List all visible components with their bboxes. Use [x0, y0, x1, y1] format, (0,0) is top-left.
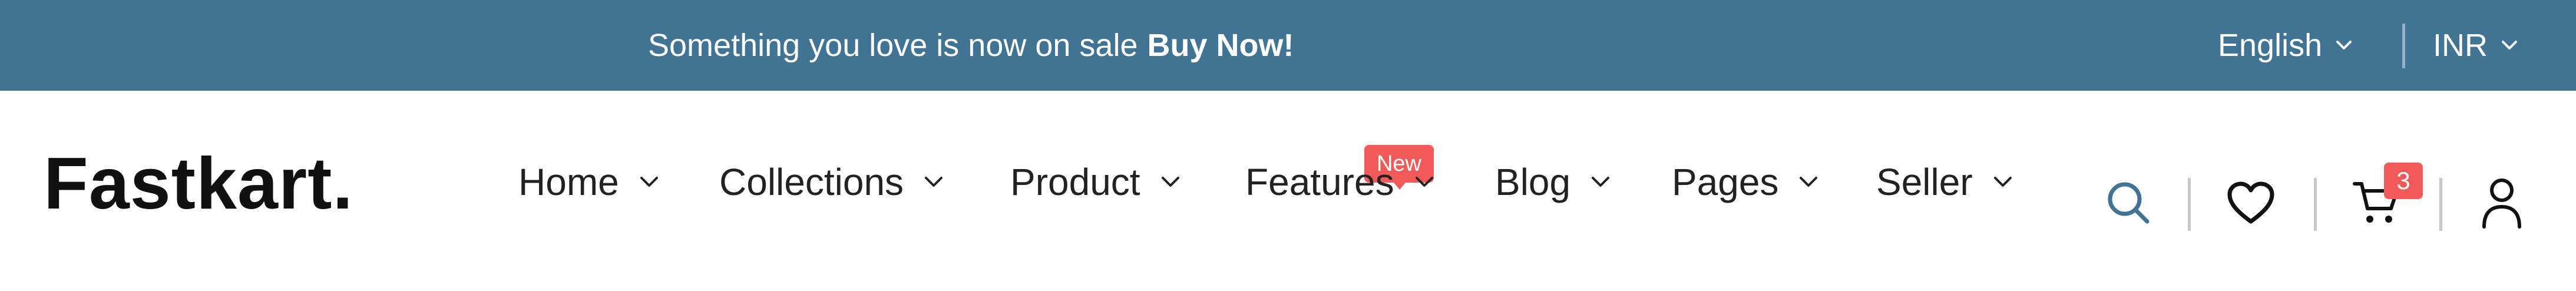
user-icon: [2482, 178, 2521, 229]
chevron-down-icon: [1800, 177, 1818, 187]
chevron-down-icon: [1993, 177, 2012, 187]
chevron-down-icon: [1415, 177, 1433, 187]
header-icon-divider: [2439, 178, 2442, 231]
nav-item-home[interactable]: Home: [518, 161, 659, 203]
site-logo[interactable]: Fastkart.: [44, 147, 353, 220]
nav-item-label: Features: [1245, 161, 1394, 203]
nav-item-features[interactable]: Features: [1245, 161, 1434, 203]
wishlist-button[interactable]: [2224, 176, 2277, 229]
buy-now-link[interactable]: Buy Now!: [1148, 27, 1294, 64]
search-icon: [2108, 182, 2150, 224]
search-button[interactable]: [2102, 176, 2155, 229]
language-selector[interactable]: English: [2218, 0, 2353, 91]
chevron-down-icon: [2336, 41, 2352, 49]
currency-label: INR: [2433, 28, 2488, 63]
chevron-down-icon: [2502, 41, 2517, 49]
nav-item-blog[interactable]: Blog: [1495, 161, 1611, 203]
nav-item-collections[interactable]: Collections: [719, 161, 944, 203]
chevron-down-icon: [1592, 177, 1610, 187]
promo-text: Something you love is now on sale: [648, 28, 1138, 63]
nav-item-label: Pages: [1672, 161, 1779, 203]
header-icon-divider: [2314, 178, 2317, 231]
nav-item-seller[interactable]: Seller: [1876, 161, 2013, 203]
nav-item-label: Product: [1010, 161, 1140, 203]
currency-selector[interactable]: INR: [2433, 0, 2518, 91]
header-icon-divider: [2188, 178, 2191, 231]
account-button[interactable]: [2475, 176, 2528, 229]
language-label: English: [2218, 28, 2323, 63]
nav-item-label: Collections: [719, 161, 904, 203]
top-announcement-bar: Something you love is now on sale Buy No…: [0, 0, 2576, 91]
topbar-divider: [2402, 24, 2405, 68]
nav-item-label: Home: [518, 161, 619, 203]
nav-item-label: Seller: [1876, 161, 1973, 203]
chevron-down-icon: [1161, 177, 1179, 187]
chevron-down-icon: [925, 177, 943, 187]
main-header: Fastkart. Home Collections Product New F…: [0, 91, 2576, 291]
cart-count-badge: 3: [2384, 163, 2423, 199]
promo-banner: Something you love is now on sale Buy No…: [648, 0, 1294, 91]
nav-item-product[interactable]: Product: [1010, 161, 1180, 203]
nav-item-label: Blog: [1495, 161, 1571, 203]
chevron-down-icon: [640, 177, 658, 187]
nav-item-pages[interactable]: Pages: [1672, 161, 1818, 203]
heart-icon: [2227, 181, 2274, 224]
